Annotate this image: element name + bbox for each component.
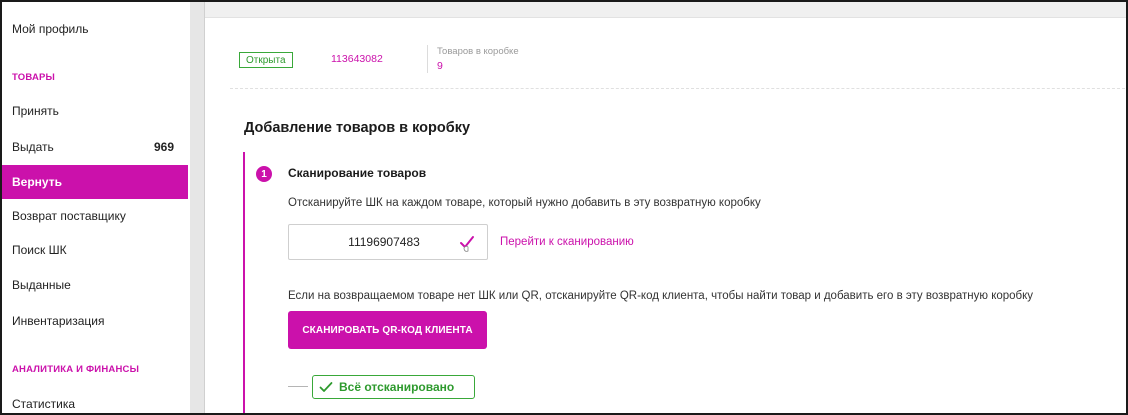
items-in-box-count[interactable]: 9 xyxy=(437,60,443,72)
check-icon xyxy=(460,236,474,252)
page-title: Добавление товаров в коробку xyxy=(244,120,471,136)
app-window: Мой профиль Товары Принять Выдать 969 Ве… xyxy=(0,0,1128,415)
scan-instruction: Отсканируйте ШК на каждом товаре, которы… xyxy=(288,197,761,209)
sidebar-item-label: Мой профиль xyxy=(12,22,89,36)
sidebar-item-issue[interactable]: Выдать 969 xyxy=(2,130,188,164)
sidebar-item-label: Выданные xyxy=(12,278,71,292)
sidebar-item-label: Принять xyxy=(12,104,59,118)
divider xyxy=(427,45,428,73)
status-badge: Открыта xyxy=(239,52,293,68)
sidebar-item-barcode-search[interactable]: Поиск ШК xyxy=(2,233,188,267)
go-to-scanning-link[interactable]: Перейти к сканированию xyxy=(500,236,634,248)
scan-client-qr-button[interactable]: Сканировать QR-код клиента xyxy=(288,311,487,349)
step-progress-line xyxy=(243,152,245,413)
box-id-link[interactable]: 113643082 xyxy=(331,53,383,65)
all-scanned-label: Всё отсканировано xyxy=(339,380,455,394)
sidebar-item-label: Инвентаризация xyxy=(12,314,105,328)
sidebar-section-analytics: Аналитика и финансы xyxy=(12,364,140,375)
sidebar-item-supplier-return[interactable]: Возврат поставщику xyxy=(2,199,188,233)
barcode-input[interactable]: 11196907483 xyxy=(288,224,488,260)
sidebar-section-goods: Товары xyxy=(12,72,56,83)
sidebar-item-my-profile[interactable]: Мой профиль xyxy=(2,12,188,46)
sidebar-item-statistics[interactable]: Статистика xyxy=(2,387,188,413)
divider xyxy=(230,88,1126,89)
barcode-value: 11196907483 xyxy=(348,235,420,249)
sidebar-item-return[interactable]: Вернуть xyxy=(2,165,188,199)
connector-line xyxy=(288,386,308,387)
sidebar-item-label: Выдать xyxy=(12,140,54,154)
step-title: Сканирование товаров xyxy=(288,166,427,180)
sidebar-item-count: 969 xyxy=(153,140,174,154)
checkmark-icon xyxy=(319,382,333,392)
all-scanned-button[interactable]: Всё отсканировано xyxy=(312,375,475,399)
qr-instruction: Если на возвращаемом товаре нет ШК или Q… xyxy=(288,290,1034,302)
sidebar-item-label: Статистика xyxy=(12,397,76,411)
step-number-badge: 1 xyxy=(256,166,272,182)
sidebar-item-label: Возврат поставщику xyxy=(12,209,126,223)
sidebar-item-inventory[interactable]: Инвентаризация xyxy=(2,304,188,338)
sidebar-item-label: Вернуть xyxy=(12,175,62,189)
sidebar-item-accept[interactable]: Принять xyxy=(2,94,188,128)
sidebar: Мой профиль Товары Принять Выдать 969 Ве… xyxy=(2,2,190,413)
sidebar-scrollbar[interactable] xyxy=(190,2,204,413)
sidebar-item-label: Поиск ШК xyxy=(12,243,67,257)
sidebar-item-issued[interactable]: Выданные xyxy=(2,268,188,302)
items-in-box-label: Товаров в коробке xyxy=(437,46,519,57)
top-bar xyxy=(205,2,1126,18)
divider xyxy=(204,2,205,413)
